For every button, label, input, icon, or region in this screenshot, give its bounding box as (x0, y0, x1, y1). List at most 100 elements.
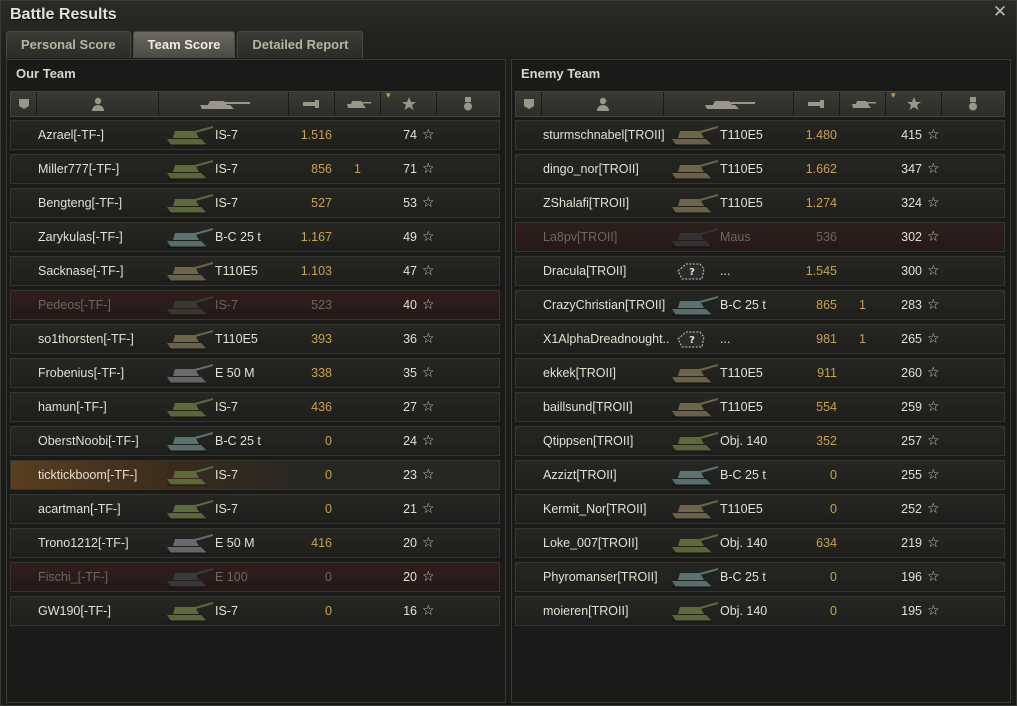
damage-icon (807, 100, 824, 108)
damage-value: 527 (311, 196, 332, 210)
player-row[interactable]: Zarykulas[-TF-] B-C 25 t 1.167 49 ☆ (10, 222, 500, 252)
player-column-header[interactable] (542, 92, 664, 116)
damage-value: 0 (830, 570, 837, 584)
player-name: X1AlphaDreadnought.. (543, 332, 670, 346)
star-icon: ☆ (927, 466, 940, 482)
vehicle-name: IS-7 (215, 162, 238, 176)
player-row[interactable]: Azzizt[TROII] B-C 25 t 0 255 ☆ (515, 460, 1005, 490)
player-row[interactable]: CrazyChristian[TROII] B-C 25 t 865 1 283 ☆ (515, 290, 1005, 320)
player-row[interactable]: GW190[-TF-] IS-7 0 16 ☆ (10, 596, 500, 626)
player-name: Phyromanser[TROII] (543, 570, 658, 584)
player-row[interactable]: Qtippsen[TROII] Obj. 140 352 257 ☆ (515, 426, 1005, 456)
vehicle-name: B-C 25 t (720, 570, 766, 584)
squad-column-header[interactable] (516, 92, 542, 116)
xp-column-header[interactable]: ▾ (886, 90, 942, 116)
tab-bar: Personal Score Team Score Detailed Repor… (6, 31, 365, 58)
player-column-header[interactable] (37, 92, 159, 116)
player-row[interactable]: Pedeos[-TF-] IS-7 523 40 ☆ (10, 290, 500, 320)
medals-column-header[interactable] (942, 92, 1004, 116)
vehicle-icon (672, 126, 718, 146)
player-row[interactable]: Sacknase[-TF-] T110E5 1.103 47 ☆ (10, 256, 500, 286)
medals-column-header[interactable] (437, 92, 499, 116)
star-icon: ☆ (927, 398, 940, 414)
our-team-title: Our Team (16, 66, 76, 81)
vehicle-icon (167, 228, 213, 248)
player-row[interactable]: OberstNoobi[-TF-] B-C 25 t 0 24 ☆ (10, 426, 500, 456)
player-row[interactable]: Fischi_[-TF-] E 100 0 20 ☆ (10, 562, 500, 592)
vehicle-name: T110E5 (720, 162, 763, 176)
damage-column-header[interactable] (794, 92, 840, 116)
damage-value: 634 (816, 536, 837, 550)
vehicle-icon (167, 432, 213, 452)
vehicle-name: IS-7 (215, 128, 238, 142)
vehicle-name: IS-7 (215, 468, 238, 482)
player-row[interactable]: moieren[TROII] Obj. 140 0 195 ☆ (515, 596, 1005, 626)
tab-team-score[interactable]: Team Score (132, 31, 236, 58)
player-row[interactable]: X1AlphaDreadnought..?... 981 1 265 ☆ (515, 324, 1005, 354)
xp-value: 74 (403, 128, 417, 142)
player-name: sturmschnabel[TROII] (543, 128, 665, 142)
kills-value: 1 (859, 298, 866, 312)
battle-results-window: Battle Results ✕ Personal Score Team Sco… (0, 0, 1017, 706)
player-row[interactable]: dingo_nor[TROII] T110E5 1.662 347 ☆ (515, 154, 1005, 184)
star-icon: ☆ (422, 262, 435, 278)
player-row[interactable]: La8pv[TROII] Maus 536 302 ☆ (515, 222, 1005, 252)
vehicle-icon (672, 568, 718, 588)
xp-value: 49 (403, 230, 417, 244)
squad-column-header[interactable] (11, 92, 37, 116)
player-row[interactable]: Miller777[-TF-] IS-7 856 1 71 ☆ (10, 154, 500, 184)
damage-icon (302, 100, 319, 108)
damage-value: 856 (311, 162, 332, 176)
player-row[interactable]: ekkek[TROII] T110E5 911 260 ☆ (515, 358, 1005, 388)
vehicle-name: T110E5 (720, 128, 763, 142)
player-name: baillsund[TROII] (543, 400, 633, 414)
xp-value: 21 (403, 502, 417, 516)
damage-value: 1.662 (805, 162, 837, 176)
player-row[interactable]: Bengteng[-TF-] IS-7 527 53 ☆ (10, 188, 500, 218)
player-row[interactable]: Dracula[TROII]?... 1.545 300 ☆ (515, 256, 1005, 286)
medal-icon (464, 97, 472, 111)
xp-value: 283 (901, 298, 922, 312)
vehicle-name: Maus (720, 230, 751, 244)
vehicle-column-header[interactable] (159, 92, 289, 116)
xp-value: 415 (901, 128, 922, 142)
star-icon: ☆ (422, 364, 435, 380)
vehicle-name: B-C 25 t (215, 230, 261, 244)
vehicle-icon (672, 432, 718, 452)
tab-detailed-report[interactable]: Detailed Report (237, 31, 364, 58)
xp-column-header[interactable]: ▾ (381, 90, 437, 116)
xp-value: 300 (901, 264, 922, 278)
xp-value: 35 (403, 366, 417, 380)
vehicle-column-header[interactable] (664, 92, 794, 116)
player-name: ekkek[TROII] (543, 366, 616, 380)
kills-column-header[interactable] (840, 92, 886, 116)
player-name: Zarykulas[-TF-] (38, 230, 123, 244)
close-icon[interactable]: ✕ (992, 3, 1008, 20)
player-row[interactable]: Azrael[-TF-] IS-7 1.516 74 ☆ (10, 120, 500, 150)
player-row[interactable]: sturmschnabel[TROII] T110E5 1.480 415 ☆ (515, 120, 1005, 150)
player-row[interactable]: Frobenius[-TF-] E 50 M 338 35 ☆ (10, 358, 500, 388)
player-row[interactable]: Phyromanser[TROII] B-C 25 t 0 196 ☆ (515, 562, 1005, 592)
damage-value: 338 (311, 366, 332, 380)
damage-column-header[interactable] (289, 92, 335, 116)
kills-column-header[interactable] (335, 92, 381, 116)
window-title: Battle Results (10, 6, 117, 23)
tab-personal-score[interactable]: Personal Score (6, 31, 131, 58)
star-icon: ☆ (927, 296, 940, 312)
player-row[interactable]: Loke_007[TROII] Obj. 140 634 219 ☆ (515, 528, 1005, 558)
player-row[interactable]: hamun[-TF-] IS-7 436 27 ☆ (10, 392, 500, 422)
player-row[interactable]: ticktickboom[-TF-] IS-7 0 23 ☆ (10, 460, 500, 490)
player-row[interactable]: Kermit_Nor[TROII] T110E5 0 252 ☆ (515, 494, 1005, 524)
damage-value: 536 (816, 230, 837, 244)
player-row[interactable]: so1thorsten[-TF-] T110E5 393 36 ☆ (10, 324, 500, 354)
damage-value: 0 (325, 570, 332, 584)
player-row[interactable]: Trono1212[-TF-] E 50 M 416 20 ☆ (10, 528, 500, 558)
damage-value: 416 (311, 536, 332, 550)
damage-value: 1.103 (300, 264, 332, 278)
star-icon: ☆ (422, 602, 435, 618)
player-row[interactable]: acartman[-TF-] IS-7 0 21 ☆ (10, 494, 500, 524)
xp-value: 71 (403, 162, 417, 176)
player-row[interactable]: ZShalafi[TROII] T110E5 1.274 324 ☆ (515, 188, 1005, 218)
xp-value: 16 (403, 604, 417, 618)
player-row[interactable]: baillsund[TROII] T110E5 554 259 ☆ (515, 392, 1005, 422)
